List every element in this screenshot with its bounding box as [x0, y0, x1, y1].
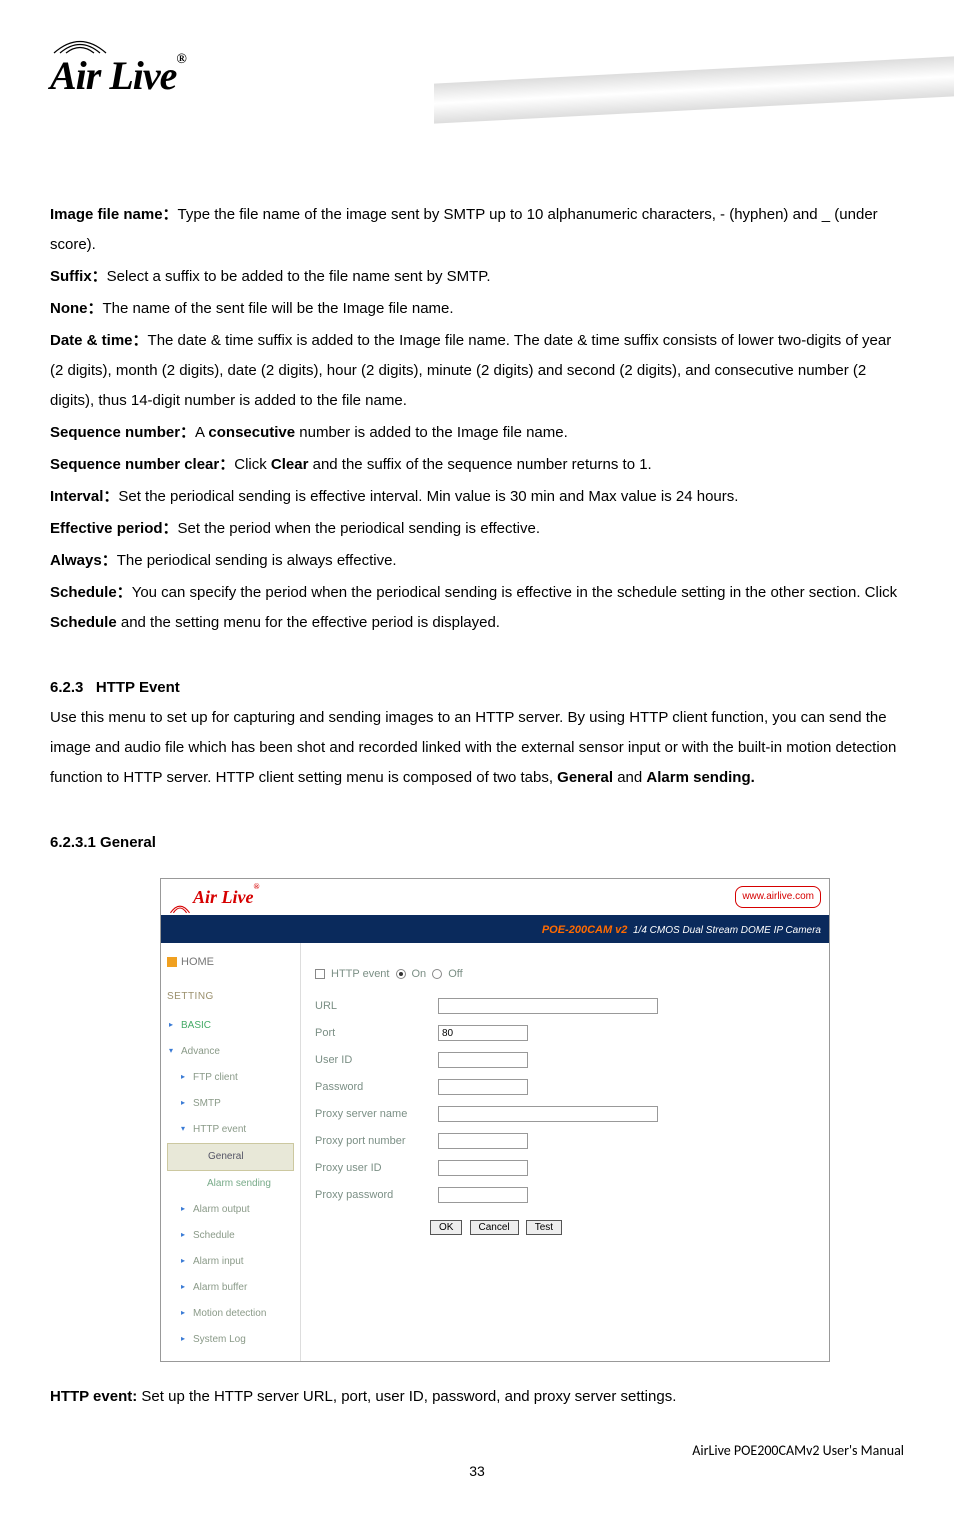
label-proxy-port: Proxy port number [315, 1130, 430, 1152]
home-icon [167, 957, 177, 967]
registered-icon: ® [176, 52, 185, 67]
proxy-port-input[interactable] [438, 1133, 528, 1149]
sidebar-item-smtp[interactable]: SMTP [167, 1091, 294, 1117]
http-event-description: HTTP event: Set up the HTTP server URL, … [50, 1382, 904, 1412]
def-seq-clear: Sequence number clear：Click Clear and th… [50, 450, 904, 480]
shot-subheader: POE-200CAM v2 1/4 CMOS Dual Stream DOME … [161, 917, 829, 943]
def-effective-period: Effective period：Set the period when the… [50, 514, 904, 544]
label-proxy-pass: Proxy password [315, 1184, 430, 1206]
page-footer: AirLive POE200CAMv2 User's Manual 33 [50, 1442, 904, 1479]
def-suffix: Suffix：Select a suffix to be added to th… [50, 262, 904, 292]
sidebar-item-alarm-buffer[interactable]: Alarm buffer [167, 1275, 294, 1301]
def-schedule: Schedule：You can specify the period when… [50, 578, 904, 638]
sidebar-item-advance[interactable]: Advance [167, 1039, 294, 1065]
sidebar-item-motion-detection[interactable]: Motion detection [167, 1301, 294, 1327]
label-userid: User ID [315, 1049, 430, 1071]
config-screenshot: Air Live® www.airlive.com POE-200CAM v2 … [160, 878, 830, 1362]
url-input[interactable] [438, 998, 658, 1014]
logo-arcs-icon [50, 30, 904, 52]
def-seq-num: Sequence number：A consecutive number is … [50, 418, 904, 448]
def-none: None：The name of the sent file will be t… [50, 294, 904, 324]
brand-text: Air Live [50, 53, 176, 98]
sidebar-home[interactable]: HOME [167, 951, 294, 973]
page-header: Air Live® [50, 30, 904, 120]
shot-brand: Air Live® [193, 879, 259, 915]
shot-header: Air Live® www.airlive.com [161, 879, 829, 917]
sidebar-heading: SETTING [167, 987, 294, 1007]
label-proxy-server: Proxy server name [315, 1103, 430, 1125]
def-interval: Interval：Set the periodical sending is e… [50, 482, 904, 512]
label-password: Password [315, 1076, 430, 1098]
section-intro: Use this menu to set up for capturing an… [50, 703, 904, 793]
def-always: Always：The periodical sending is always … [50, 546, 904, 576]
radio-off[interactable] [432, 969, 442, 979]
proxy-server-input[interactable] [438, 1106, 658, 1122]
http-event-label: HTTP event [331, 963, 390, 985]
def-date-time: Date & time：The date & time suffix is ad… [50, 326, 904, 416]
sidebar-item-system-log[interactable]: System Log [167, 1327, 294, 1353]
userid-input[interactable] [438, 1052, 528, 1068]
section-heading: 6.2.3 HTTP Event [50, 673, 904, 703]
sidebar-item-http-event[interactable]: HTTP event [167, 1117, 294, 1143]
shot-site-link[interactable]: www.airlive.com [735, 886, 821, 908]
page-number: 33 [50, 1463, 904, 1479]
sidebar-item-basic[interactable]: BASIC [167, 1013, 294, 1039]
main-panel: HTTP event On Off URL Port User ID Passw… [301, 943, 829, 1361]
sidebar: HOME SETTING BASIC Advance FTP client SM… [161, 943, 301, 1361]
sidebar-item-ftp[interactable]: FTP client [167, 1065, 294, 1091]
logo-arcs-icon [169, 901, 191, 915]
brand-logo: Air Live® [50, 52, 904, 99]
sidebar-item-alarm-output[interactable]: Alarm output [167, 1197, 294, 1223]
sidebar-item-alarm-sending[interactable]: Alarm sending [167, 1171, 294, 1197]
cancel-button[interactable]: Cancel [470, 1220, 519, 1235]
document-body: Image file name：Type the file name of th… [50, 200, 904, 1412]
sidebar-item-alarm-input[interactable]: Alarm input [167, 1249, 294, 1275]
radio-off-label: Off [448, 963, 462, 985]
ok-button[interactable]: OK [430, 1220, 462, 1235]
port-input[interactable] [438, 1025, 528, 1041]
label-url: URL [315, 995, 430, 1017]
label-proxy-user: Proxy user ID [315, 1157, 430, 1179]
sidebar-item-schedule[interactable]: Schedule [167, 1223, 294, 1249]
label-port: Port [315, 1022, 430, 1044]
proxy-user-input[interactable] [438, 1160, 528, 1176]
http-event-checkbox[interactable] [315, 969, 325, 979]
radio-on[interactable] [396, 969, 406, 979]
radio-on-label: On [412, 963, 427, 985]
subsection-heading: 6.2.3.1 General [50, 828, 904, 858]
password-input[interactable] [438, 1079, 528, 1095]
test-button[interactable]: Test [526, 1220, 562, 1235]
http-event-toggle-row: HTTP event On Off [315, 963, 815, 985]
proxy-pass-input[interactable] [438, 1187, 528, 1203]
button-row: OK Cancel Test [315, 1216, 815, 1238]
footer-manual-title: AirLive POE200CAMv2 User's Manual [50, 1442, 904, 1459]
sidebar-item-general[interactable]: General [167, 1143, 294, 1171]
def-image-file-name: Image file name：Type the file name of th… [50, 200, 904, 260]
